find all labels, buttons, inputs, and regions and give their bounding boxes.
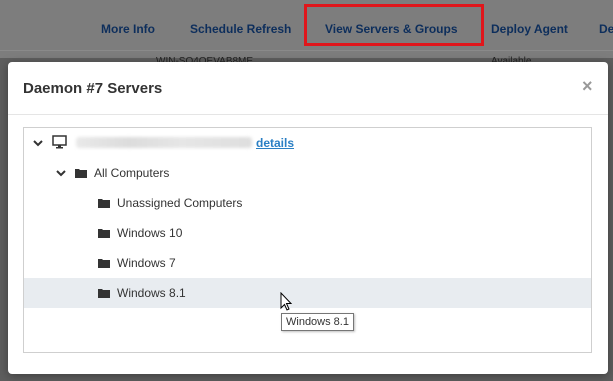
folder-icon	[98, 289, 110, 298]
tab-more-info[interactable]: More Info	[101, 22, 155, 36]
tree-item-label: All Computers	[94, 166, 170, 180]
tab-de[interactable]: De	[599, 22, 613, 36]
tree-item-label: Windows 7	[117, 256, 176, 270]
modal-title: Daemon #7 Servers	[23, 80, 163, 97]
mouse-cursor-icon	[280, 292, 293, 311]
modal-divider	[8, 114, 608, 115]
folder-icon	[98, 199, 110, 208]
tree-item-windows-10[interactable]: Windows 10	[24, 218, 591, 248]
tree-root-row[interactable]: details	[24, 128, 591, 158]
nav-divider	[0, 50, 613, 51]
tree-item-label: Windows 8.1	[117, 286, 186, 300]
details-link[interactable]: details	[256, 136, 294, 150]
chevron-down-icon[interactable]	[32, 137, 44, 149]
tree-item-all-computers[interactable]: All Computers	[24, 158, 591, 188]
chevron-down-icon[interactable]	[55, 167, 67, 179]
folder-icon	[98, 259, 110, 268]
tree-item-label: Unassigned Computers	[117, 196, 243, 210]
tree-item-windows-8-1[interactable]: Windows 8.1	[24, 278, 591, 308]
highlight-box	[304, 4, 484, 46]
computer-icon	[52, 135, 67, 149]
tooltip: Windows 8.1	[281, 313, 354, 331]
tree-item-label: Windows 10	[117, 226, 183, 240]
folder-icon	[98, 229, 110, 238]
background-nav: More Info Schedule Refresh View Servers …	[0, 0, 613, 58]
folder-icon	[75, 169, 87, 178]
blurred-server-name	[76, 137, 252, 148]
tree-item-unassigned-computers[interactable]: Unassigned Computers	[24, 188, 591, 218]
tab-schedule-refresh[interactable]: Schedule Refresh	[190, 22, 291, 36]
close-icon[interactable]: ×	[582, 76, 593, 96]
tab-deploy-agent[interactable]: Deploy Agent	[491, 22, 568, 36]
tree-item-windows-7[interactable]: Windows 7	[24, 248, 591, 278]
